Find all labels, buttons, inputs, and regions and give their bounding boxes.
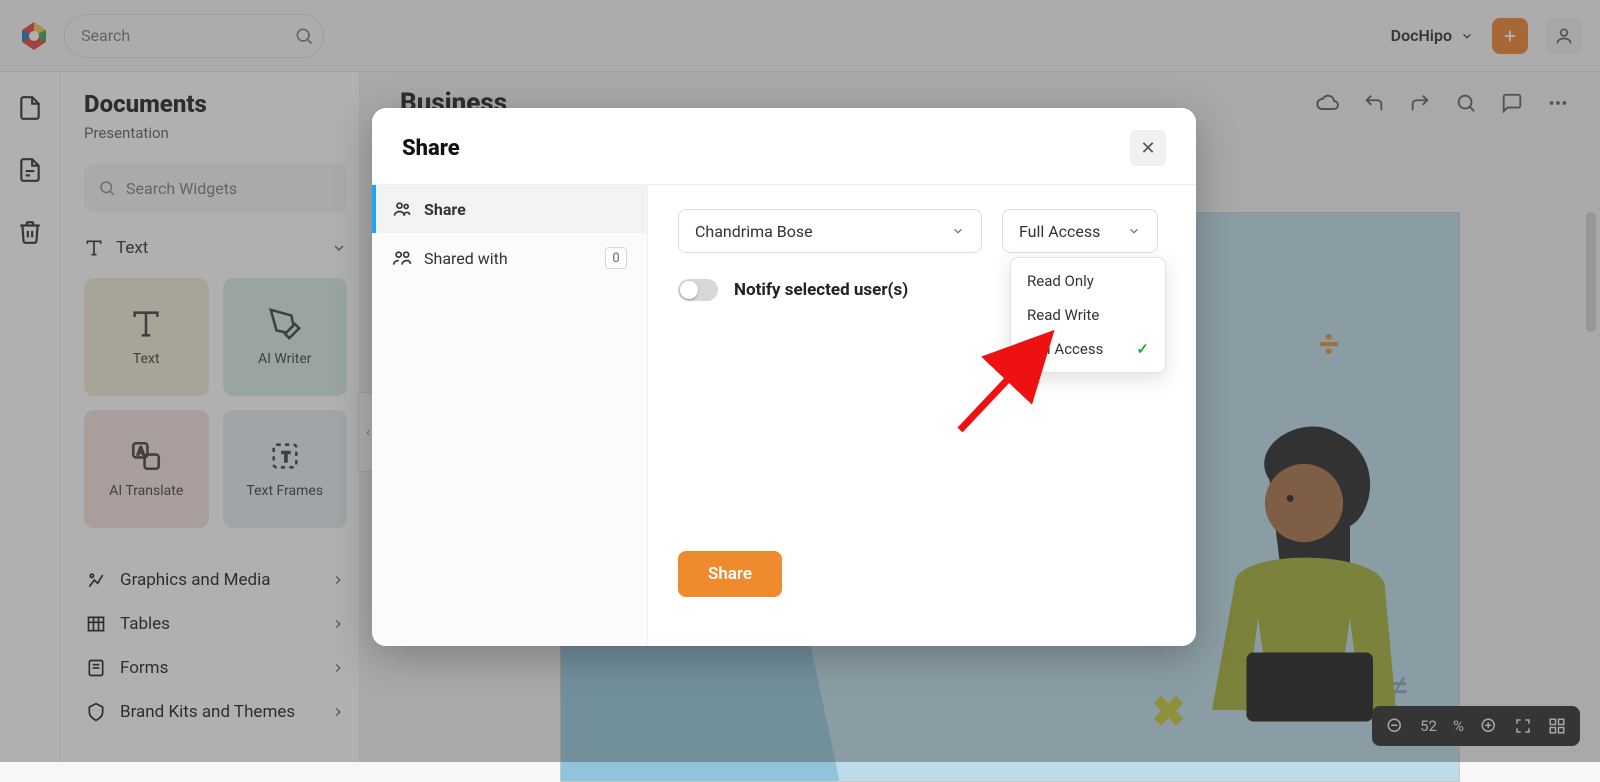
access-option-label: Full Access [1027,340,1103,358]
shared-with-count: 0 [605,247,627,269]
tab-shared-with[interactable]: Shared with 0 [372,233,647,283]
share-modal: Share ✕ Share Shared with 0 Chandrima Bo… [372,108,1196,646]
access-option-label: Read Only [1027,272,1094,290]
share-button[interactable]: Share [678,551,782,597]
check-icon: ✓ [1136,340,1149,358]
modal-sidebar: Share Shared with 0 [372,185,648,646]
access-option-full-access[interactable]: Full Access ✓ [1011,332,1165,366]
share-people-icon [392,199,412,219]
close-button[interactable]: ✕ [1130,130,1166,166]
tab-shared-with-label: Shared with [424,249,508,268]
tab-share-label: Share [424,200,466,219]
close-icon: ✕ [1140,138,1155,159]
notify-label: Notify selected user(s) [734,280,908,300]
modal-main: Chandrima Bose Full Access Notify select… [648,185,1196,646]
modal-title: Share [402,136,460,161]
access-option-read-write[interactable]: Read Write [1011,298,1165,332]
user-select-value: Chandrima Bose [695,222,813,241]
shared-with-icon [392,248,412,268]
notify-toggle[interactable] [678,279,718,301]
access-dropdown: Read Only Read Write Full Access ✓ [1010,257,1166,373]
tab-share[interactable]: Share [372,185,647,233]
access-option-read-only[interactable]: Read Only [1011,264,1165,298]
share-button-label: Share [708,564,752,584]
chevron-down-icon [951,224,965,238]
access-option-label: Read Write [1027,306,1099,324]
access-select-value: Full Access [1019,222,1100,241]
chevron-down-icon [1127,224,1141,238]
access-select[interactable]: Full Access [1002,209,1158,253]
user-select[interactable]: Chandrima Bose [678,209,982,253]
